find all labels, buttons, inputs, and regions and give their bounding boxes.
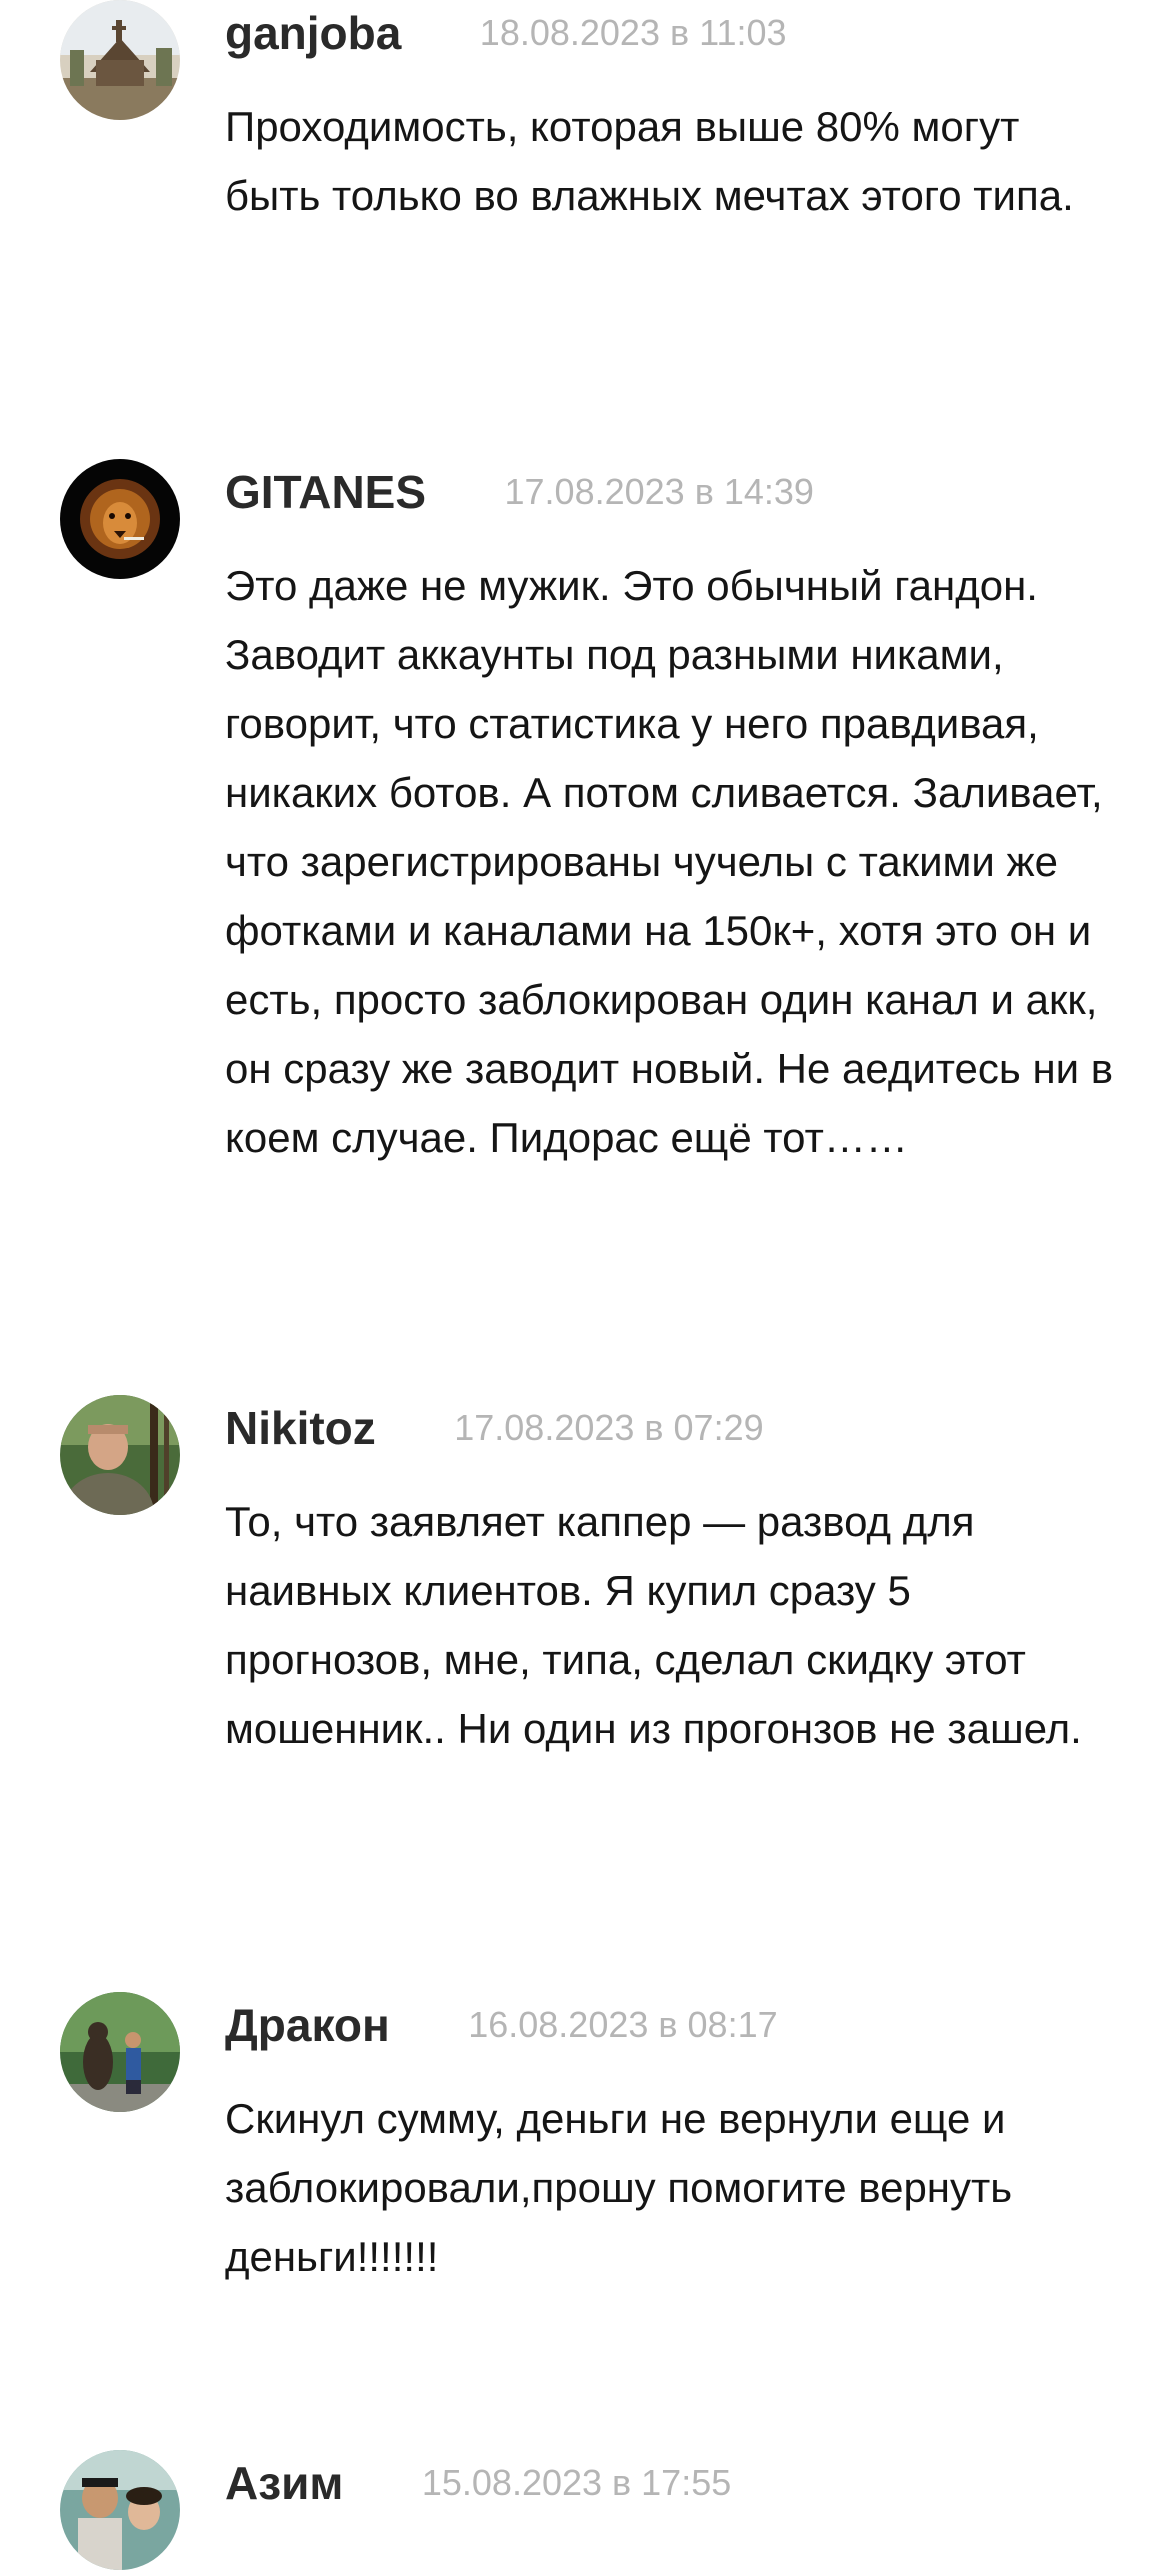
comment-date: 17.08.2023 в 14:39	[504, 471, 814, 512]
comment-author[interactable]: GITANES	[225, 459, 426, 525]
comment-text: То, что заявляет каппер — развод для наи…	[225, 1498, 1082, 1752]
comment-text: Проходимость, которая выше 80% могут быт…	[225, 103, 1074, 219]
user-avatar[interactable]	[60, 1395, 180, 1515]
comment-author[interactable]: ganjoba	[225, 0, 401, 66]
bear-statue-icon	[60, 1992, 180, 2112]
comment-text: Это даже не мужик. Это обычный гандон. З…	[225, 562, 1114, 1161]
user-avatar[interactable]	[60, 459, 180, 579]
user-avatar[interactable]	[60, 0, 180, 120]
man-in-forest-icon	[60, 1395, 180, 1515]
family-photo-icon	[60, 2450, 180, 2570]
comment-header: Nikitoz 17.08.2023 в 07:29	[225, 1395, 764, 1461]
comment-date: 17.08.2023 в 07:29	[454, 1407, 764, 1448]
comment-date: 16.08.2023 в 08:17	[468, 2004, 778, 2045]
comment-header: Дракон 16.08.2023 в 08:17	[225, 1992, 778, 2058]
user-avatar[interactable]	[60, 2450, 180, 2570]
church-photo-icon	[60, 0, 180, 120]
comment-date: 18.08.2023 в 11:03	[479, 12, 787, 53]
comment-header: Азим 15.08.2023 в 17:55	[225, 2450, 731, 2516]
user-avatar[interactable]	[60, 1992, 180, 2112]
comment-author[interactable]: Дракон	[225, 1992, 390, 2058]
comment-author[interactable]: Nikitoz	[225, 1395, 376, 1461]
comment-header: GITANES 17.08.2023 в 14:39	[225, 459, 814, 525]
comment-author[interactable]: Азим	[225, 2450, 343, 2516]
comment-date: 15.08.2023 в 17:55	[421, 2462, 732, 2503]
lion-icon	[60, 459, 180, 579]
comment-header: ganjoba 18.08.2023 в 11:03	[225, 0, 787, 66]
comment-text: Скинул сумму, деньги не вернули еще и за…	[225, 2095, 1013, 2280]
